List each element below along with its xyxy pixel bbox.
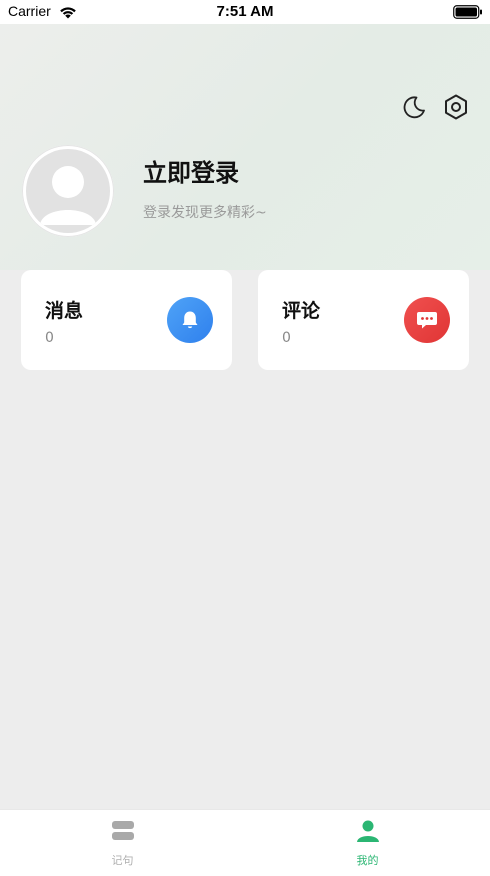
battery-icon <box>453 5 482 19</box>
tab-bar: 记句 我的 <box>0 809 490 876</box>
tab-mine[interactable]: 我的 <box>245 810 490 876</box>
tab-notes-label: 记句 <box>111 854 134 867</box>
login-subtitle: 登录发现更多精彩~ <box>143 205 267 221</box>
messages-count: 0 <box>45 330 54 346</box>
avatar[interactable] <box>22 145 114 237</box>
messages-title: 消息 <box>45 300 84 322</box>
stack-icon <box>112 821 134 840</box>
status-bar: Carrier 7:51 AM <box>0 0 490 24</box>
settings-icon[interactable] <box>442 93 470 121</box>
moon-icon[interactable] <box>400 93 428 121</box>
chat-bubble-icon <box>404 297 450 343</box>
comments-card[interactable]: 评论 0 <box>258 270 469 370</box>
avatar-placeholder-icon <box>26 149 110 233</box>
comments-count: 0 <box>282 330 291 346</box>
status-time: 7:51 AM <box>216 3 274 20</box>
tab-notes[interactable]: 记句 <box>0 810 245 876</box>
tab-mine-label: 我的 <box>356 854 379 867</box>
messages-card[interactable]: 消息 0 <box>21 270 232 370</box>
comments-title: 评论 <box>282 300 321 322</box>
bell-icon <box>167 297 213 343</box>
person-icon <box>357 820 379 842</box>
login-title[interactable]: 立即登录 <box>143 153 239 188</box>
